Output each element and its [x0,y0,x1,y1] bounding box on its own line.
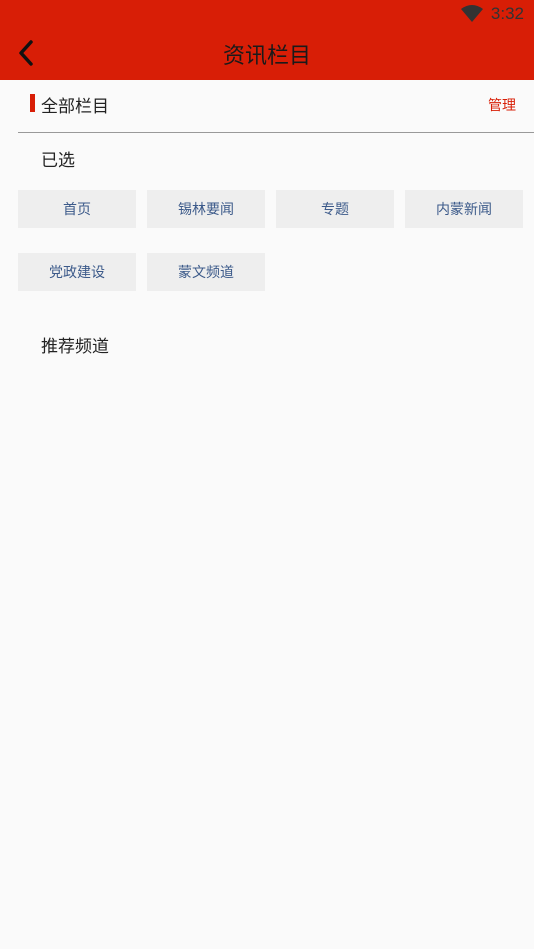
manage-button[interactable]: 管理 [488,95,516,115]
section-header: 全部栏目 管理 [0,80,534,132]
channel-chip-xilin-news[interactable]: 锡林要闻 [147,190,265,228]
wifi-icon [460,5,483,22]
status-bar: 3:32 [460,0,534,28]
selected-label: 已选 [41,151,75,171]
recommended-label: 推荐频道 [41,337,109,357]
page-title: 资讯栏目 [222,44,311,69]
section-title: 全部栏目 [41,97,109,117]
divider [18,132,534,133]
status-time: 3:32 [490,4,524,23]
channel-chip-special[interactable]: 专题 [276,190,394,228]
section-accent-bar [30,94,35,112]
channel-chip-mongolian[interactable]: 蒙文频道 [147,253,265,291]
channel-chip-home[interactable]: 首页 [18,190,136,228]
channel-chip-inner-mongolia-news[interactable]: 内蒙新闻 [405,190,523,228]
channel-chip-party-building[interactable]: 党政建设 [18,253,136,291]
app-header: 3:32 资讯栏目 [0,0,534,80]
